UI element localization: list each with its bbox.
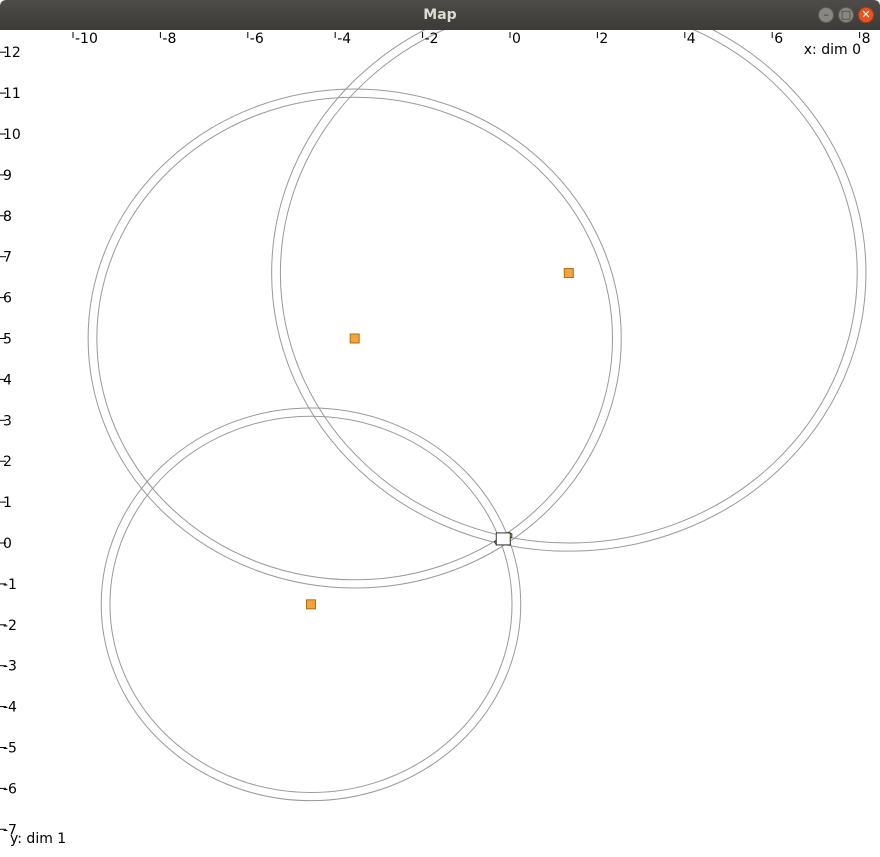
y-axis-label: y: dim 1 — [10, 831, 66, 847]
y-tick-label: 9 — [3, 168, 12, 184]
minimize-icon[interactable]: – — [818, 7, 834, 23]
map-window: Map – □ ✕ -10 -8 -6 -4 -2 0 2 4 6 8 12 11 10 9 8 7 6 5 4 3… — [0, 0, 880, 852]
landmark-marker[interactable] — [305, 599, 316, 610]
map-canvas[interactable]: -10 -8 -6 -4 -2 0 2 4 6 8 12 11 10 9 8 7 6 5 4 3 2 1 0 -1 -2 -3-… — [0, 0, 880, 852]
x-tick-label: 2 — [599, 31, 608, 47]
y-tick-label: 1 — [3, 495, 12, 511]
y-tick-label: 12 — [3, 45, 21, 61]
landmark-marker[interactable] — [349, 333, 360, 344]
x-axis-label: x: dim 0 — [804, 42, 861, 58]
y-tick-label: 5 — [3, 332, 12, 348]
map-plot[interactable]: -10 -8 -6 -4 -2 0 2 4 6 8 1211109876543210-1-2-3-… — [0, 0, 880, 852]
y-tick-label: -1 — [3, 577, 17, 593]
x-tick-label: -2 — [425, 31, 439, 47]
x-tick-label: -4 — [337, 31, 351, 47]
x-tick-label: -6 — [250, 31, 264, 47]
y-tick-label: -2 — [3, 618, 17, 634]
close-icon[interactable]: ✕ — [858, 7, 874, 23]
title-bar[interactable]: Map – □ ✕ — [0, 0, 880, 30]
range-circle-2-inner — [279, 2, 858, 544]
landmark-marker[interactable] — [563, 268, 574, 279]
maximize-icon[interactable]: □ — [838, 7, 854, 23]
y-tick-label: -5 — [3, 741, 17, 757]
y-tick-label: 11 — [3, 86, 21, 102]
x-tick-label: 0 — [512, 31, 521, 47]
robot-body — [495, 532, 511, 546]
y-tick-label: 0 — [3, 536, 12, 552]
y-tick-label: -6 — [3, 781, 17, 797]
window-title: Map — [423, 7, 457, 23]
x-tick-label: -10 — [75, 31, 98, 47]
x-tick-label: -8 — [162, 31, 176, 47]
x-tick-label: 6 — [774, 31, 783, 47]
x-tick-label: 8 — [862, 31, 871, 47]
y-tick-label: 10 — [3, 127, 21, 143]
y-tick-label: -3 — [3, 659, 17, 675]
y-tick-label: 4 — [3, 372, 12, 388]
y-tick-label: 8 — [3, 209, 12, 225]
y-tick-label: 6 — [3, 291, 12, 307]
y-tick-label: 7 — [3, 250, 12, 266]
x-tick-label: 4 — [687, 31, 696, 47]
y-tick-label: 2 — [3, 454, 12, 470]
y-tick-label: 3 — [3, 413, 12, 429]
y-tick-label: -4 — [3, 700, 17, 716]
